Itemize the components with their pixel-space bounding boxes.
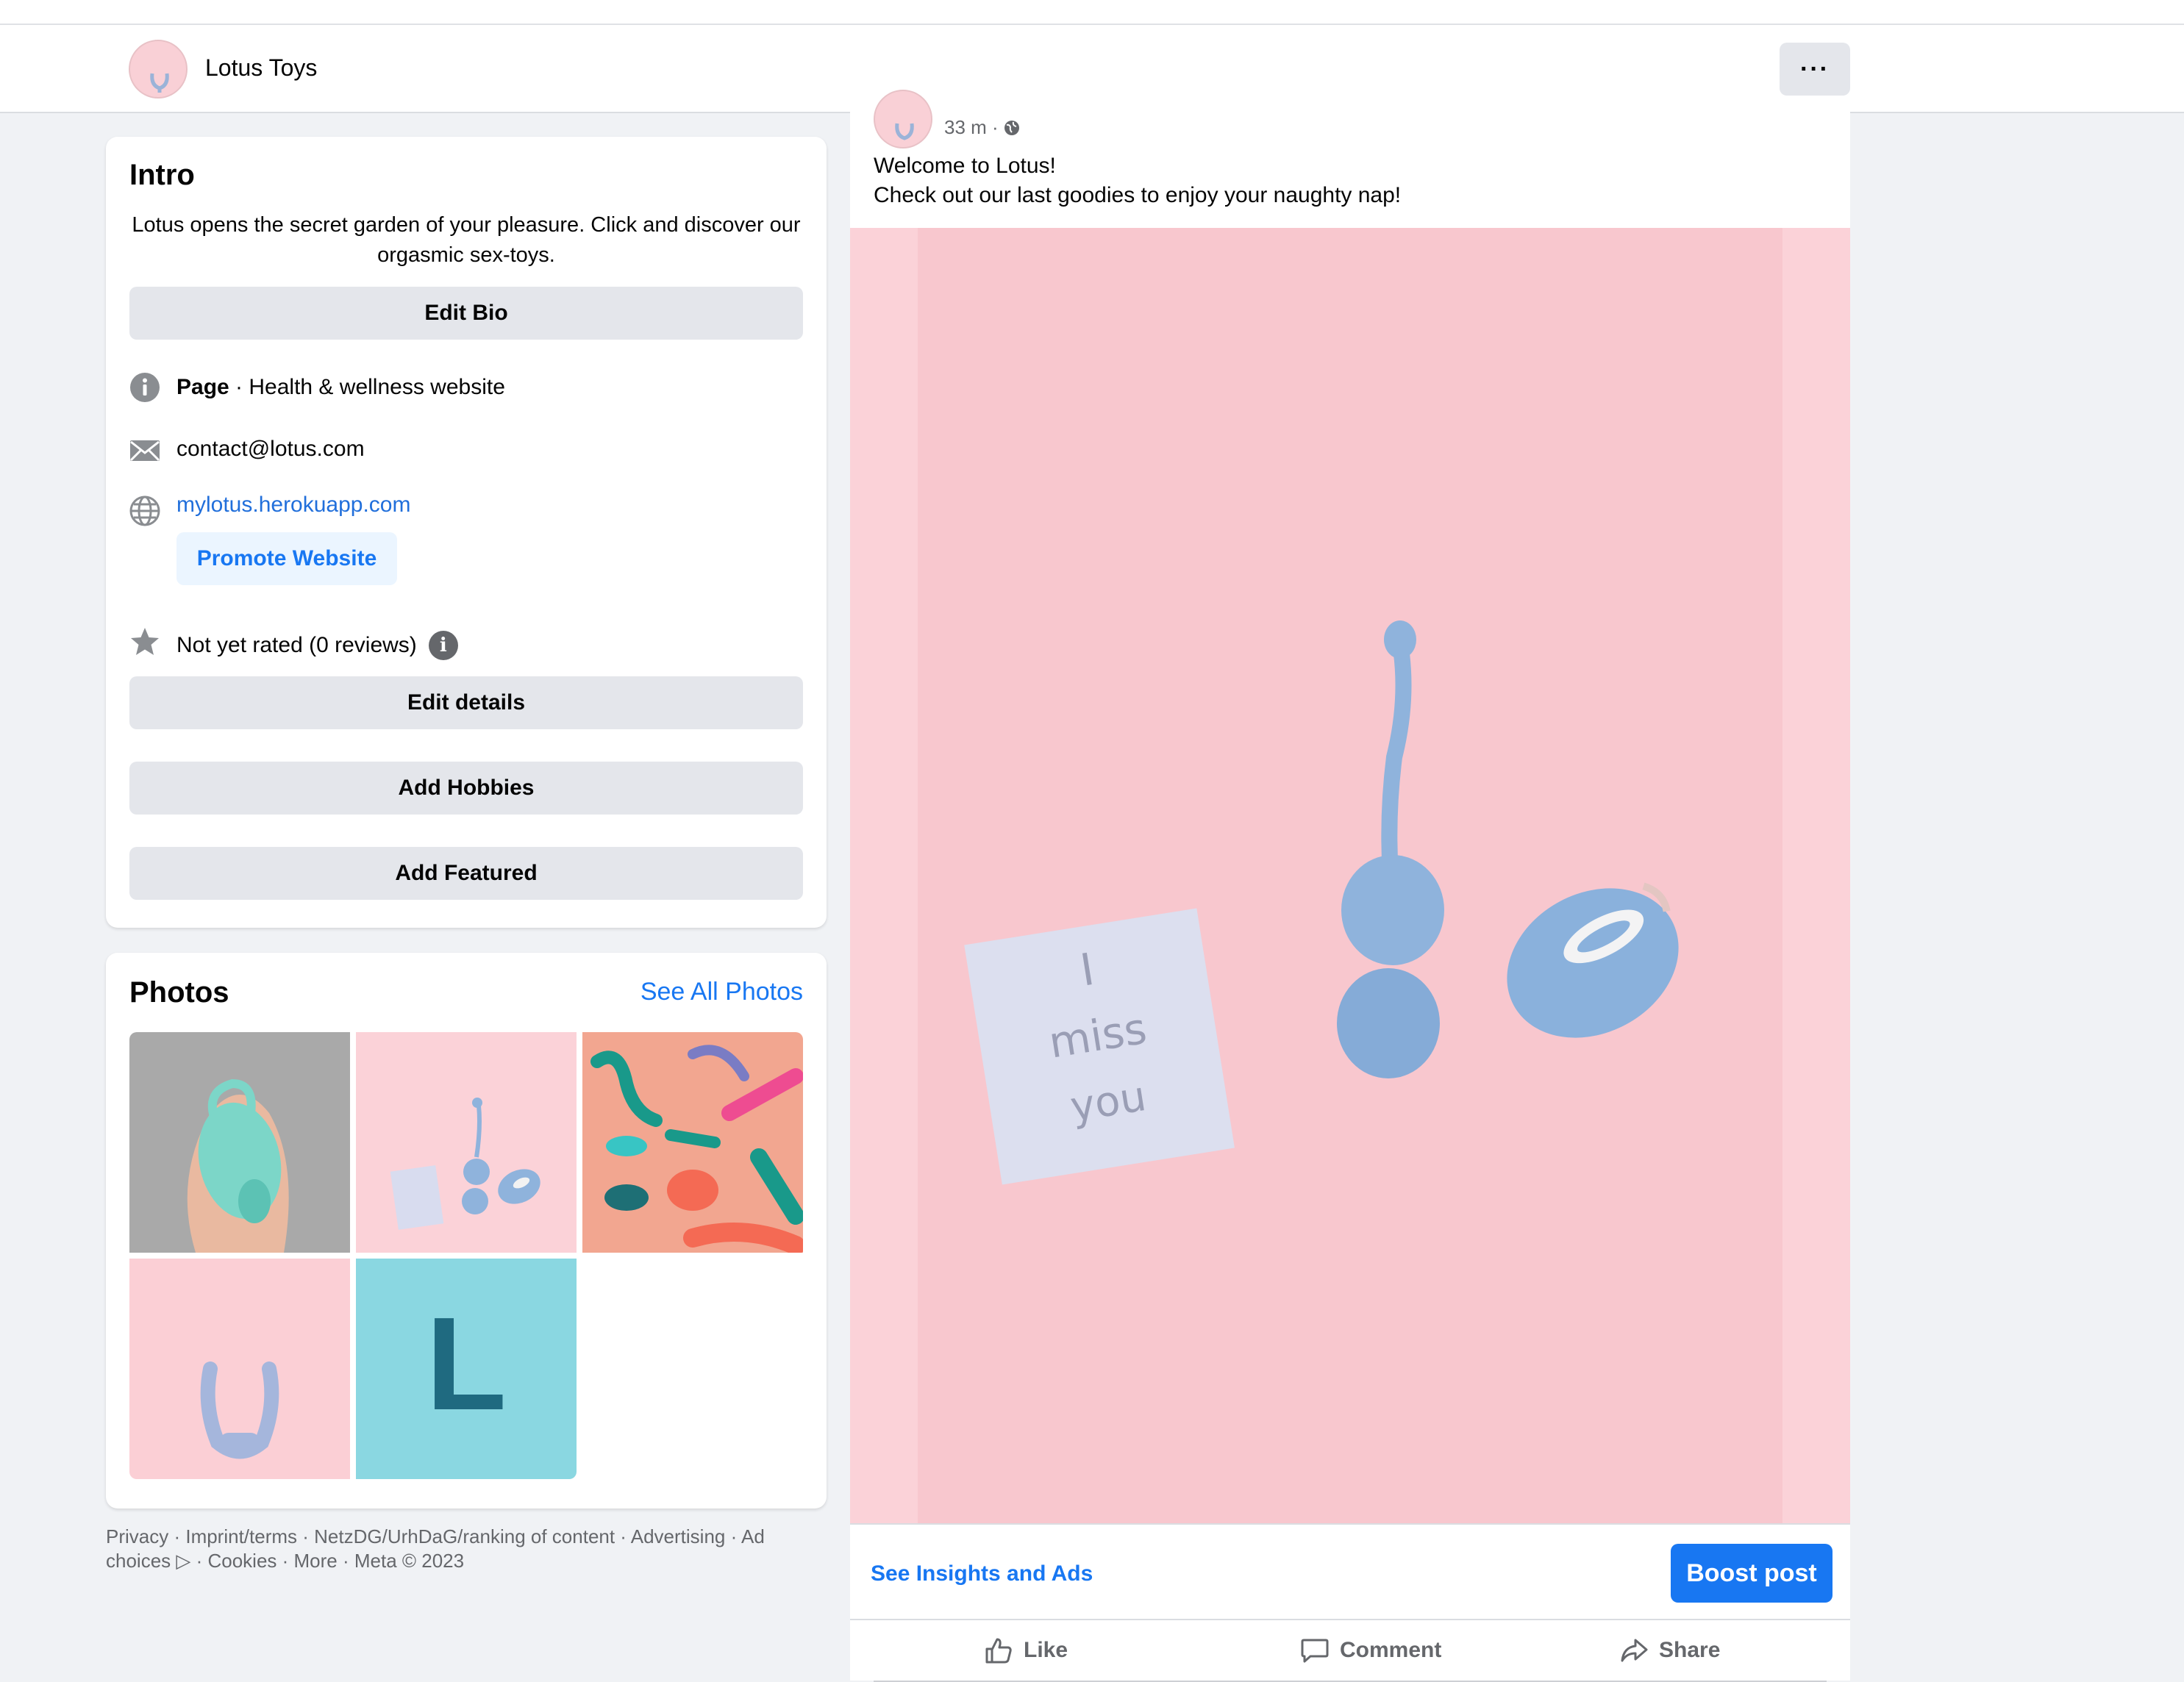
- share-label: Share: [1659, 1638, 1721, 1662]
- rating-info-icon[interactable]: i: [428, 631, 458, 660]
- page-name[interactable]: Lotus Toys: [205, 54, 317, 82]
- page-category-label: Page: [176, 375, 229, 399]
- intro-card: Intro Lotus opens the secret garden of y…: [106, 137, 827, 928]
- rating-text: Not yet rated (0 reviews): [176, 633, 417, 657]
- assorted-toys-photo: [582, 1032, 803, 1253]
- contact-email[interactable]: contact@lotus.com: [176, 437, 365, 462]
- more-options-button[interactable]: ···: [1780, 43, 1850, 96]
- see-insights-link[interactable]: See Insights and Ads: [871, 1561, 1093, 1586]
- email-icon: [129, 440, 160, 462]
- comment-button[interactable]: Comment: [1300, 1620, 1441, 1681]
- edit-details-button[interactable]: Edit details: [129, 676, 803, 729]
- photos-title: Photos: [129, 976, 229, 1009]
- footer-links[interactable]: Privacy · Imprint/terms · NetzDG/UrhDaG/…: [106, 1525, 812, 1573]
- lotus-logo-icon: [895, 123, 914, 140]
- hand-toy-photo: [129, 1032, 350, 1253]
- add-featured-button[interactable]: Add Featured: [129, 847, 803, 900]
- photos-card: Photos See All Photos L: [106, 953, 827, 1509]
- comment-icon: [1301, 1639, 1329, 1663]
- intro-bio: Lotus opens the secret garden of your pl…: [132, 213, 801, 267]
- star-icon: [131, 628, 159, 655]
- rabbit-toy-photo: [129, 1259, 350, 1479]
- browser-top-strip: [0, 0, 2184, 25]
- share-icon: [1621, 1639, 1648, 1662]
- rating-row: Not yet rated (0 reviews) i: [176, 631, 458, 660]
- page-avatar[interactable]: [129, 40, 188, 99]
- post-meta: 33 m ·: [944, 116, 1021, 139]
- post-promo-bar: See Insights and Ads Boost post: [850, 1523, 1850, 1620]
- see-all-photos-link[interactable]: See All Photos: [640, 978, 803, 1006]
- post-line-2: Check out our last goodies to enjoy your…: [874, 183, 1402, 207]
- globe-icon: [1004, 120, 1019, 135]
- intro-title: Intro: [129, 159, 195, 191]
- photo-tile[interactable]: [129, 1259, 350, 1479]
- photo-tile[interactable]: L: [356, 1259, 577, 1479]
- tile-letter: L: [426, 1290, 507, 1438]
- photo-tile[interactable]: [582, 1032, 803, 1253]
- like-button[interactable]: Like: [984, 1620, 1068, 1681]
- post-message: Welcome to Lotus! Check out our last goo…: [874, 151, 1401, 210]
- add-hobbies-button[interactable]: Add Hobbies: [129, 762, 803, 815]
- like-label: Like: [1024, 1638, 1068, 1662]
- page-header: Lotus Toys ···: [0, 25, 2184, 113]
- page-category: Page · Health & wellness website: [176, 375, 505, 400]
- website-link[interactable]: mylotus.herokuapp.com: [176, 493, 411, 518]
- post-card: 33 m · Welcome to Lotus! Check out our l…: [850, 90, 1850, 1682]
- lotus-logo-icon: [150, 73, 169, 93]
- post-image[interactable]: I miss you: [850, 228, 1850, 1523]
- sticky-note: I miss you: [964, 908, 1235, 1185]
- comment-label: Comment: [1340, 1638, 1442, 1662]
- post-author-avatar[interactable]: [874, 90, 932, 148]
- post-actions: Like Comment Share: [874, 1620, 1827, 1682]
- post-line-1: Welcome to Lotus!: [874, 154, 1056, 178]
- photo-tile[interactable]: [356, 1032, 577, 1253]
- lotus-letter-photo: L: [356, 1259, 577, 1479]
- promote-website-button[interactable]: Promote Website: [176, 532, 397, 585]
- photo-tile[interactable]: [129, 1032, 350, 1253]
- edit-bio-button[interactable]: Edit Bio: [129, 287, 803, 340]
- boost-post-button[interactable]: Boost post: [1671, 1544, 1833, 1603]
- info-icon: [130, 373, 160, 402]
- kegel-balls-photo: [356, 1032, 577, 1253]
- kegel-balls-image: I miss you: [850, 228, 1850, 1523]
- post-time[interactable]: 33 m ·: [944, 116, 999, 139]
- share-button[interactable]: Share: [1619, 1620, 1720, 1681]
- page-category-value: · Health & wellness website: [229, 375, 505, 399]
- globe-icon: [129, 495, 160, 526]
- thumbs-up-icon: [985, 1638, 1012, 1664]
